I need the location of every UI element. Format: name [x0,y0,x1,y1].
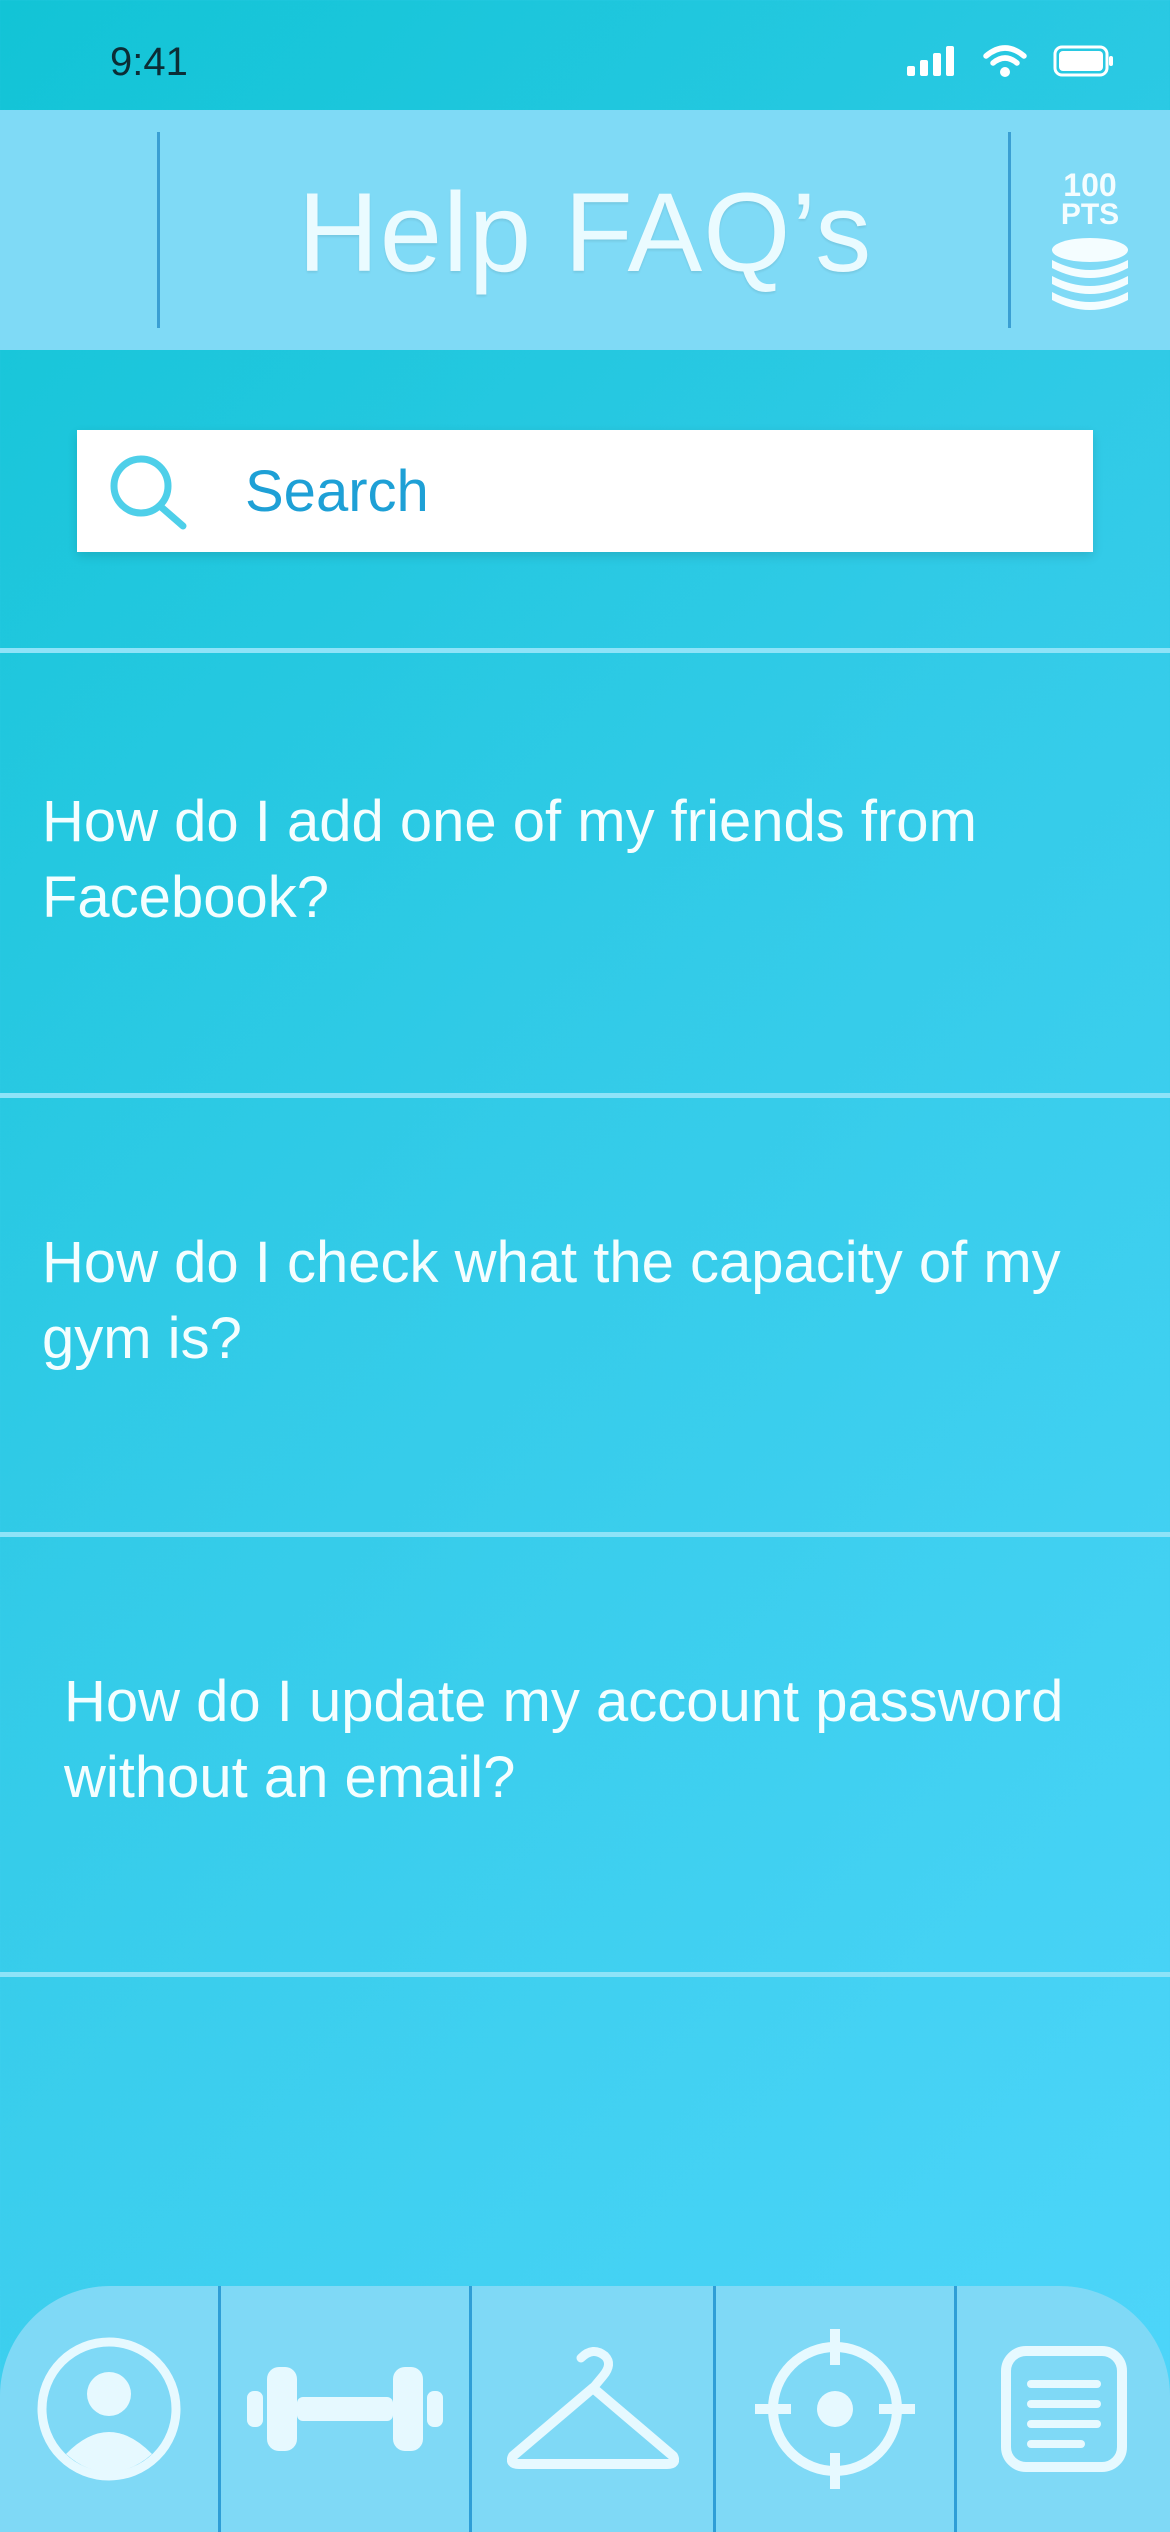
nav-goals-button[interactable] [716,2286,954,2532]
faq-question: How do I update my account password with… [64,1669,1064,1810]
points-amount: 100 [1063,167,1117,203]
coins-icon [1052,238,1128,310]
faq-item-add-friend[interactable]: How do I add one of my friends from Face… [0,654,1170,1090]
search-icon [110,455,187,530]
nav-wardrobe-button[interactable] [472,2286,713,2532]
search-bar[interactable] [77,430,1093,552]
faq-item-update-password[interactable]: How do I update my account password with… [0,1538,1170,1974]
bottom-nav [0,2286,1170,2532]
points-unit: PTS [1060,198,1120,231]
nav-profile-button[interactable] [0,2286,218,2532]
battery-icon [1053,45,1113,77]
status-icons [907,44,1115,78]
target-icon [755,2329,915,2489]
page-title: Help FAQ’s [297,170,873,295]
faq-item-gym-capacity[interactable]: How do I check what the capacity of my g… [0,1099,1170,1535]
wifi-icon [983,45,1027,77]
status-time: 9:41 [110,40,188,84]
signal-icon [907,46,954,76]
faq-divider [0,648,1170,653]
status-bar: 9:41 [0,0,1170,110]
nav-menu-button[interactable] [957,2286,1170,2532]
points-badge[interactable]: 100 PTS [1030,167,1150,321]
faq-question: How do I add one of my friends from Face… [42,789,977,930]
nav-workout-button[interactable] [221,2286,469,2532]
faq-question: How do I check what the capacity of my g… [42,1230,1061,1371]
header: Help FAQ’s 100 PTS [0,110,1170,350]
profile-icon [37,2337,181,2481]
hanger-icon [506,2347,679,2469]
dumbbell-icon [247,2367,443,2451]
search-input[interactable] [245,448,1045,534]
faq-divider [0,1093,1170,1098]
menu-list-icon [1000,2346,1127,2472]
